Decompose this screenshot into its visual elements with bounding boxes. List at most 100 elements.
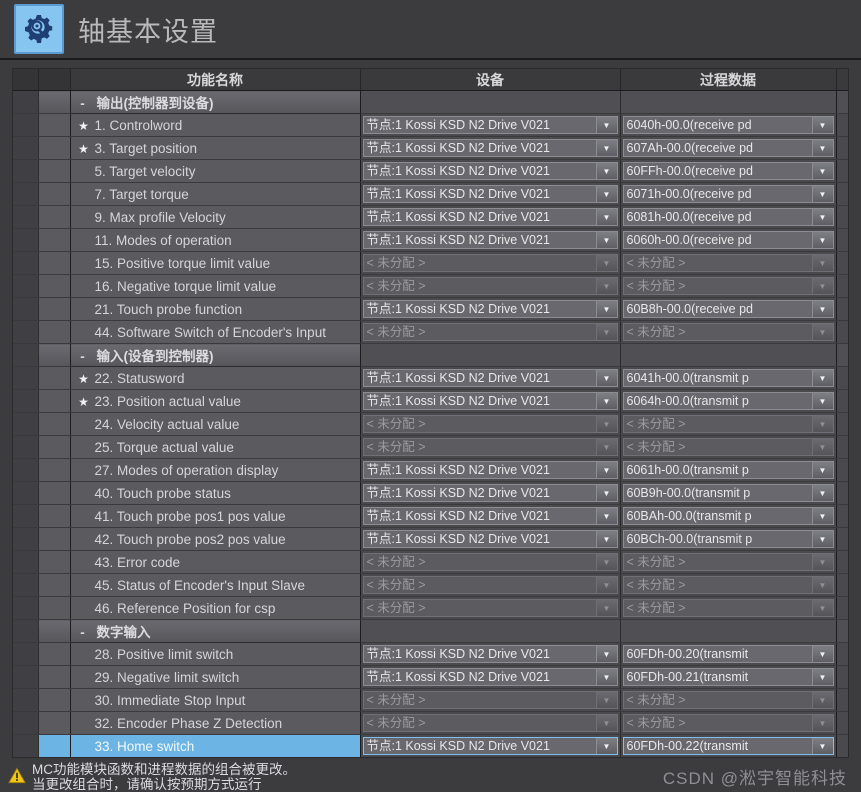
device-dropdown[interactable]: < 未分配 > ▼ bbox=[362, 415, 618, 433]
row-marker[interactable] bbox=[38, 159, 71, 183]
chevron-down-icon[interactable]: ▼ bbox=[595, 508, 617, 524]
process-data-dropdown[interactable]: 6061h-00.0(transmit p ▼ bbox=[622, 461, 834, 479]
device-dropdown[interactable]: 节点:1 Kossi KSD N2 Drive V021 ▼ bbox=[362, 231, 618, 249]
device-cell[interactable]: < 未分配 >▼ bbox=[360, 550, 621, 574]
function-name-cell[interactable]: ★ 23. Position actual value bbox=[70, 389, 361, 413]
chevron-down-icon[interactable]: ▼ bbox=[595, 186, 617, 202]
chevron-down-icon[interactable]: ▼ bbox=[811, 117, 833, 133]
process-data-cell[interactable]: 60FDh-00.20(transmit ▼ bbox=[620, 642, 837, 666]
chevron-down-icon[interactable]: ▼ bbox=[811, 140, 833, 156]
expander-icon[interactable]: - bbox=[75, 625, 91, 640]
process-data-cell[interactable]: < 未分配 >▼ bbox=[620, 320, 837, 344]
process-data-dropdown[interactable]: 607Ah-00.0(receive pd ▼ bbox=[622, 139, 834, 157]
function-name-cell[interactable]: 40. Touch probe status bbox=[70, 481, 361, 505]
function-name-cell[interactable]: 21. Touch probe function bbox=[70, 297, 361, 321]
chevron-down-icon[interactable]: ▼ bbox=[811, 692, 833, 708]
process-data-dropdown[interactable]: < 未分配 > ▼ bbox=[622, 576, 834, 594]
chevron-down-icon[interactable]: ▼ bbox=[595, 577, 617, 593]
group-header-row[interactable]: - 数字输入 bbox=[13, 619, 848, 643]
device-cell[interactable]: 节点:1 Kossi KSD N2 Drive V021 ▼ bbox=[360, 504, 621, 528]
table-row[interactable]: 15. Positive torque limit value < 未分配 > ▼ <… bbox=[13, 251, 848, 275]
device-dropdown[interactable]: 节点:1 Kossi KSD N2 Drive V021 ▼ bbox=[362, 645, 618, 663]
expander-icon[interactable]: - bbox=[75, 349, 91, 364]
device-dropdown[interactable]: < 未分配 > ▼ bbox=[362, 691, 618, 709]
table-row[interactable]: 27. Modes of operation display 节点:1 Kossi… bbox=[13, 458, 848, 482]
chevron-down-icon[interactable]: ▼ bbox=[811, 370, 833, 386]
chevron-down-icon[interactable]: ▼ bbox=[811, 531, 833, 547]
function-name-cell[interactable]: 16. Negative torque limit value bbox=[70, 274, 361, 298]
device-dropdown[interactable]: < 未分配 > ▼ bbox=[362, 254, 618, 272]
expander-icon[interactable]: - bbox=[75, 96, 91, 111]
chevron-down-icon[interactable]: ▼ bbox=[595, 416, 617, 432]
table-row[interactable]: 29. Negative limit switch 节点:1 Kossi KSD … bbox=[13, 665, 848, 689]
process-data-dropdown[interactable]: 6040h-00.0(receive pd ▼ bbox=[622, 116, 834, 134]
device-cell[interactable]: 节点:1 Kossi KSD N2 Drive V021 ▼ bbox=[360, 642, 621, 666]
row-marker[interactable] bbox=[38, 366, 71, 390]
function-name-cell[interactable]: 28. Positive limit switch bbox=[70, 642, 361, 666]
device-cell[interactable]: 节点:1 Kossi KSD N2 Drive V021 ▼ bbox=[360, 182, 621, 206]
device-cell[interactable]: < 未分配 >▼ bbox=[360, 688, 621, 712]
chevron-down-icon[interactable]: ▼ bbox=[595, 117, 617, 133]
process-data-cell[interactable]: 6071h-00.0(receive pd ▼ bbox=[620, 182, 837, 206]
device-cell[interactable]: 节点:1 Kossi KSD N2 Drive V021 ▼ bbox=[360, 389, 621, 413]
function-name-cell[interactable]: 27. Modes of operation display bbox=[70, 458, 361, 482]
column-header-function-name[interactable]: 功能名称 bbox=[70, 69, 361, 91]
column-header-device[interactable]: 设备 bbox=[360, 69, 621, 91]
function-name-cell[interactable]: 15. Positive torque limit value bbox=[70, 251, 361, 275]
process-data-cell[interactable]: 6081h-00.0(receive pd ▼ bbox=[620, 205, 837, 229]
device-cell[interactable]: 节点:1 Kossi KSD N2 Drive V021 ▼ bbox=[360, 665, 621, 689]
device-dropdown[interactable]: 节点:1 Kossi KSD N2 Drive V021 ▼ bbox=[362, 737, 618, 755]
row-marker[interactable] bbox=[38, 205, 71, 229]
process-data-dropdown[interactable]: 6060h-00.0(receive pd ▼ bbox=[622, 231, 834, 249]
process-data-dropdown[interactable]: < 未分配 > ▼ bbox=[622, 714, 834, 732]
process-data-dropdown[interactable]: 60BAh-00.0(transmit p ▼ bbox=[622, 507, 834, 525]
chevron-down-icon[interactable]: ▼ bbox=[595, 140, 617, 156]
row-marker[interactable] bbox=[38, 688, 71, 712]
row-marker[interactable] bbox=[38, 458, 71, 482]
device-dropdown[interactable]: 节点:1 Kossi KSD N2 Drive V021 ▼ bbox=[362, 162, 618, 180]
function-name-cell[interactable]: 24. Velocity actual value bbox=[70, 412, 361, 436]
process-data-dropdown[interactable]: < 未分配 > ▼ bbox=[622, 254, 834, 272]
device-dropdown[interactable]: 节点:1 Kossi KSD N2 Drive V021 ▼ bbox=[362, 116, 618, 134]
function-name-cell[interactable]: 29. Negative limit switch bbox=[70, 665, 361, 689]
row-marker[interactable] bbox=[38, 734, 71, 757]
chevron-down-icon[interactable]: ▼ bbox=[811, 577, 833, 593]
chevron-down-icon[interactable]: ▼ bbox=[811, 554, 833, 570]
process-data-cell[interactable]: 60B9h-00.0(transmit p ▼ bbox=[620, 481, 837, 505]
table-row[interactable]: 9. Max profile Velocity 节点:1 Kossi KSD N2… bbox=[13, 205, 848, 229]
chevron-down-icon[interactable]: ▼ bbox=[811, 209, 833, 225]
process-data-cell[interactable]: 6061h-00.0(transmit p ▼ bbox=[620, 458, 837, 482]
table-row[interactable]: ★ 1. Controlword 节点:1 Kossi KSD N2 Drive V… bbox=[13, 113, 848, 137]
device-dropdown[interactable]: 节点:1 Kossi KSD N2 Drive V021 ▼ bbox=[362, 484, 618, 502]
process-data-cell[interactable]: < 未分配 >▼ bbox=[620, 251, 837, 275]
chevron-down-icon[interactable]: ▼ bbox=[595, 301, 617, 317]
process-data-dropdown[interactable]: 60B8h-00.0(receive pd ▼ bbox=[622, 300, 834, 318]
device-cell[interactable]: 节点:1 Kossi KSD N2 Drive V021 ▼ bbox=[360, 136, 621, 160]
process-data-dropdown[interactable]: 6041h-00.0(transmit p ▼ bbox=[622, 369, 834, 387]
group-header-cell[interactable]: - 数字输入 bbox=[70, 619, 361, 643]
chevron-down-icon[interactable]: ▼ bbox=[595, 600, 617, 616]
chevron-down-icon[interactable]: ▼ bbox=[811, 669, 833, 685]
function-name-cell[interactable]: 33. Home switch bbox=[70, 734, 361, 757]
device-dropdown[interactable]: < 未分配 > ▼ bbox=[362, 714, 618, 732]
row-marker[interactable] bbox=[38, 665, 71, 689]
process-data-cell[interactable]: < 未分配 >▼ bbox=[620, 596, 837, 620]
device-cell[interactable]: < 未分配 >▼ bbox=[360, 412, 621, 436]
device-cell[interactable]: < 未分配 >▼ bbox=[360, 596, 621, 620]
chevron-down-icon[interactable]: ▼ bbox=[595, 531, 617, 547]
function-name-cell[interactable]: 30. Immediate Stop Input bbox=[70, 688, 361, 712]
process-data-dropdown[interactable]: < 未分配 > ▼ bbox=[622, 691, 834, 709]
group-header-row[interactable]: - 输入(设备到控制器) bbox=[13, 343, 848, 367]
chevron-down-icon[interactable]: ▼ bbox=[811, 301, 833, 317]
process-data-cell[interactable]: < 未分配 >▼ bbox=[620, 274, 837, 298]
device-dropdown[interactable]: < 未分配 > ▼ bbox=[362, 576, 618, 594]
row-marker[interactable] bbox=[38, 251, 71, 275]
device-cell[interactable]: 节点:1 Kossi KSD N2 Drive V021 ▼ bbox=[360, 228, 621, 252]
function-name-cell[interactable]: ★ 22. Statusword bbox=[70, 366, 361, 390]
process-data-cell[interactable]: 6060h-00.0(receive pd ▼ bbox=[620, 228, 837, 252]
table-row[interactable]: 11. Modes of operation 节点:1 Kossi KSD N2 … bbox=[13, 228, 848, 252]
process-data-cell[interactable]: 6040h-00.0(receive pd ▼ bbox=[620, 113, 837, 137]
process-data-cell[interactable]: 6041h-00.0(transmit p ▼ bbox=[620, 366, 837, 390]
process-data-dropdown[interactable]: 60FDh-00.20(transmit ▼ bbox=[622, 645, 834, 663]
process-data-dropdown[interactable]: 6081h-00.0(receive pd ▼ bbox=[622, 208, 834, 226]
